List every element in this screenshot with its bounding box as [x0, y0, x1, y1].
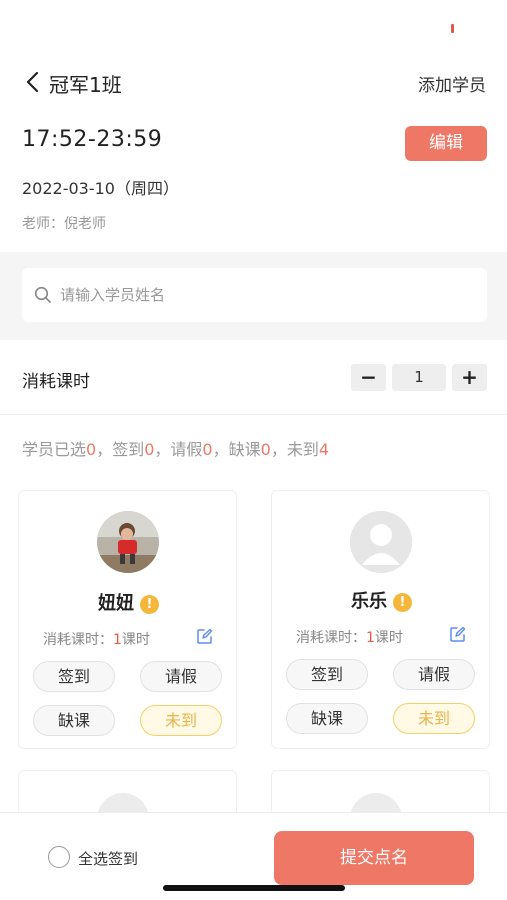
- search-box[interactable]: [22, 268, 487, 322]
- search-input[interactable]: [60, 268, 460, 322]
- attendance-summary: 学员已选0，签到0，请假0，缺课0，未到4: [22, 440, 330, 459]
- absent-button[interactable]: 缺课: [286, 703, 368, 734]
- absent-button[interactable]: 缺课: [33, 705, 115, 736]
- add-student-button[interactable]: 添加学员: [418, 71, 486, 96]
- sign-in-button[interactable]: 签到: [286, 659, 368, 690]
- submit-roll-call-button[interactable]: 提交点名: [274, 831, 474, 885]
- not-arrived-button[interactable]: 未到: [393, 703, 475, 734]
- not-arrived-button[interactable]: 未到: [140, 705, 222, 736]
- student-name: 妞妞!: [19, 589, 238, 615]
- edit-button[interactable]: 编辑: [405, 126, 487, 161]
- session-time-range: 17:52-23:59: [22, 127, 163, 152]
- student-card: 妞妞! 消耗课时：1课时 签到 请假 缺课 未到: [18, 490, 237, 749]
- nav-bar: 冠军1班 添加学员: [0, 60, 507, 104]
- hours-stepper-value[interactable]: 1: [392, 364, 446, 391]
- consume-hours-label: 消耗课时: [22, 372, 90, 392]
- bottom-action-bar: 全选签到 提交点名: [0, 812, 507, 900]
- sign-in-button[interactable]: 签到: [33, 661, 115, 692]
- consume-hours-info: 消耗课时：1课时: [296, 630, 403, 646]
- search-icon: [34, 286, 51, 303]
- warning-icon: !: [140, 595, 159, 614]
- student-name: 乐乐!: [272, 587, 491, 613]
- edit-hours-icon[interactable]: [196, 628, 213, 645]
- session-date: 2022-03-10（周四）: [22, 179, 179, 198]
- consume-hours-info: 消耗课时：1课时: [43, 632, 150, 648]
- default-avatar-icon: [350, 511, 412, 573]
- select-all-label[interactable]: 全选签到: [78, 848, 138, 869]
- divider: [0, 414, 507, 415]
- increment-button[interactable]: +: [452, 364, 487, 391]
- edit-hours-icon[interactable]: [449, 626, 466, 643]
- student-avatar: [97, 511, 159, 573]
- leave-button[interactable]: 请假: [393, 659, 475, 690]
- student-card: 乐乐! 消耗课时：1课时 签到 请假 缺课 未到: [271, 490, 490, 749]
- teacher-label: 老师：倪老师: [22, 216, 106, 232]
- decrement-button[interactable]: −: [351, 364, 386, 391]
- leave-button[interactable]: 请假: [140, 661, 222, 692]
- warning-icon: !: [393, 593, 412, 612]
- page-title: 冠军1班: [49, 73, 122, 97]
- select-all-radio[interactable]: [48, 846, 70, 868]
- home-indicator: [163, 885, 345, 891]
- status-indicator: [451, 24, 454, 33]
- back-arrow-icon[interactable]: [24, 71, 44, 93]
